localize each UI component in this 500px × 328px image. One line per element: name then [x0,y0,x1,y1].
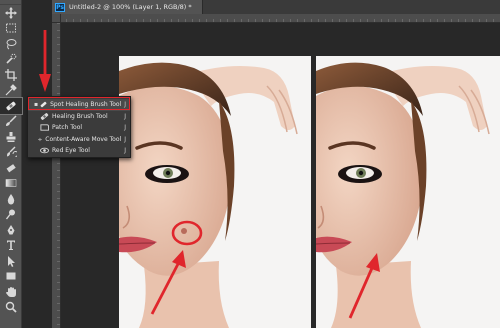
portrait-after-image [316,56,500,328]
move-icon [5,6,17,19]
ruler-origin[interactable] [52,14,61,23]
quick-select-tool-button[interactable] [0,52,22,68]
highlight-annotation [28,97,130,110]
menu-item-label: Patch Tool [52,124,83,132]
type-icon [7,240,15,251]
pen-icon [7,224,15,235]
type-tool-button[interactable] [0,238,22,254]
arrow-down-annotation [39,30,51,92]
healing-brush-icon [40,112,49,120]
gradient-icon [5,179,17,188]
tools-panel [0,0,23,328]
horizontal-ruler[interactable] [52,14,500,23]
photo-after [316,56,500,328]
shape-icon [6,272,16,280]
eraser-tool-button[interactable] [0,160,22,176]
shortcut-key: J [124,147,126,155]
clone-stamp-icon [6,131,16,142]
crop-icon [5,68,17,81]
eraser-icon [6,163,16,173]
menu-item-red-eye[interactable]: Red Eye Tool J [28,145,130,157]
hand-tool-button[interactable] [0,284,22,300]
zoom-icon [5,302,17,313]
content-aware-move-icon [38,137,43,142]
blur-tool-button[interactable] [0,191,22,207]
crop-tool-button[interactable] [0,67,22,83]
gradient-tool-button[interactable] [0,176,22,192]
eyedropper-icon [5,84,17,96]
spot-healing-brush-icon [6,101,16,111]
shape-tool-button[interactable] [0,269,22,285]
dodge-icon [5,209,15,220]
shortcut-key: J [124,112,126,120]
blur-icon [7,193,15,205]
menu-item-healing-brush[interactable]: Healing Brush Tool J [28,111,130,123]
document-tab[interactable]: Ps Untitled-2 @ 100% (Layer 1, RGB/8) * [52,0,203,14]
history-brush-tool-button[interactable] [0,145,22,161]
pen-tool-button[interactable] [0,222,22,238]
path-select-icon [8,255,15,267]
dodge-tool-button[interactable] [0,207,22,223]
menu-item-label: Healing Brush Tool [52,112,108,120]
spot-healing-tool-button[interactable] [0,97,23,115]
menu-item-content-aware-move[interactable]: Content-Aware Move Tool J [28,134,130,146]
hand-icon [6,286,16,297]
eyedropper-tool-button[interactable] [0,83,22,99]
marquee-icon [6,23,16,33]
quick-select-icon [6,53,17,64]
shortcut-key: J [124,135,126,143]
brush-icon [6,115,17,127]
portrait-before-image [119,56,311,328]
move-tool-button[interactable] [0,5,22,21]
menu-item-label: Red Eye Tool [52,147,90,155]
shortcut-key: J [124,124,126,132]
path-select-tool-button[interactable] [0,253,22,269]
lasso-tool-button[interactable] [0,36,22,52]
photoshop-window: Ps Untitled-2 @ 100% (Layer 1, RGB/8) * [0,0,500,328]
zoom-tool-button[interactable] [0,300,22,316]
photo-before [119,56,311,328]
menu-item-label: Content-Aware Move Tool [45,135,122,143]
patch-icon [40,124,49,131]
history-brush-icon [6,146,17,158]
document-tab-bar: Ps Untitled-2 @ 100% (Layer 1, RGB/8) * [52,0,500,14]
red-eye-icon [40,147,49,154]
healing-tools-flyout: ▪ Spot Healing Brush Tool J Healing Brus… [27,96,131,158]
brush-tool-button[interactable] [0,114,22,130]
marquee-tool-button[interactable] [0,21,22,37]
photoshop-file-icon: Ps [55,2,65,12]
document-tab-title: Untitled-2 @ 100% (Layer 1, RGB/8) * [69,3,192,11]
menu-item-patch[interactable]: Patch Tool J [28,122,130,134]
vertical-ruler[interactable] [52,23,61,328]
clone-stamp-tool-button[interactable] [0,129,22,145]
lasso-icon [6,38,17,50]
document-canvas[interactable] [62,24,500,328]
